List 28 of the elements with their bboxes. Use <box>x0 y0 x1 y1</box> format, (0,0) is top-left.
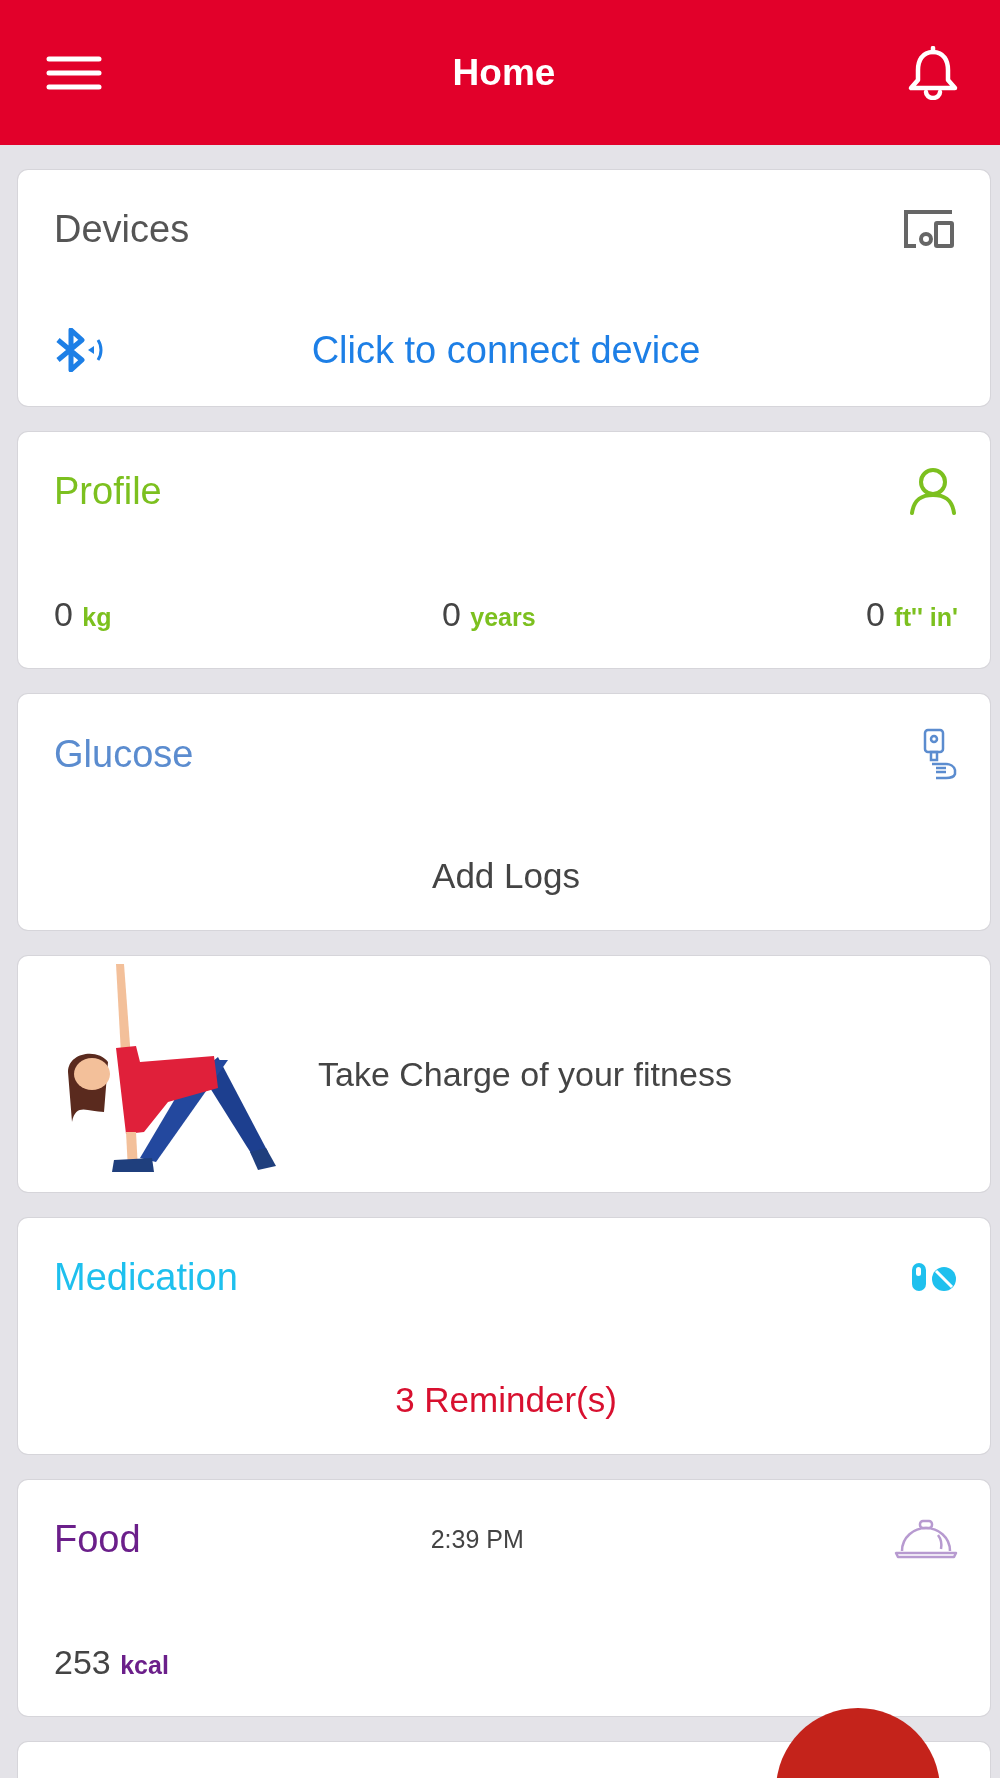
food-cloche-icon <box>894 1519 958 1559</box>
stat-value: 0 years <box>441 595 536 634</box>
bluetooth-icon <box>54 328 104 372</box>
card-title: Devices <box>54 207 190 252</box>
add-logs-button[interactable]: Add Logs <box>432 856 580 896</box>
card-title: Profile <box>54 469 162 514</box>
profile-card[interactable]: Profile 0 kg 0 years 0 ft'' in' <box>18 432 990 668</box>
devices-card[interactable]: Devices Click to connect device <box>18 170 990 406</box>
fitness-slogan: Take Charge of your fitness <box>318 1054 732 1094</box>
glucose-card[interactable]: Glucose Add Logs <box>18 694 990 930</box>
person-icon <box>908 467 958 515</box>
menu-icon[interactable] <box>46 54 102 91</box>
pills-icon <box>910 1261 958 1293</box>
page-title: Home <box>452 51 556 94</box>
stat-value: 0 kg <box>54 595 112 634</box>
stat-value: 0 ft'' in' <box>866 595 958 634</box>
food-card[interactable]: Food 2:39 PM 253 kcal <box>18 1480 990 1716</box>
bell-icon[interactable] <box>906 45 960 100</box>
stat-value: 253 kcal <box>54 1643 169 1682</box>
connect-device-link[interactable]: Click to connect device <box>311 328 701 372</box>
fitness-card[interactable]: Take Charge of your fitness <box>18 956 990 1192</box>
card-title: Glucose <box>54 732 194 777</box>
card-title: Food <box>54 1517 141 1562</box>
card-title: Medication <box>54 1255 238 1300</box>
medication-card[interactable]: Medication 3 Reminder(s) <box>18 1218 990 1454</box>
reminder-count[interactable]: 3 Reminder(s) <box>395 1380 617 1420</box>
glucose-meter-icon <box>922 728 958 780</box>
log-time: 2:39 PM <box>429 1524 524 1554</box>
